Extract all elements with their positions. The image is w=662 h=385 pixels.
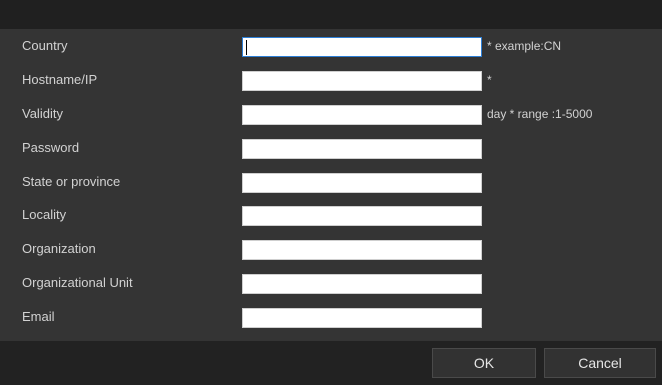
validity-hint: day * range :1-5000 <box>487 107 593 121</box>
email-label: Email <box>22 309 55 324</box>
country-input[interactable] <box>242 37 482 57</box>
form-row-validity: Validity day * range :1-5000 <box>0 97 662 131</box>
dialog-footer: OK Cancel <box>0 341 662 385</box>
form-row-hostname: Hostname/IP * <box>0 63 662 97</box>
certificate-dialog: Country * example:CN Hostname/IP * Valid… <box>0 0 662 385</box>
dialog-titlebar[interactable] <box>0 0 662 29</box>
text-caret <box>246 40 247 55</box>
certificate-form: Country * example:CN Hostname/IP * Valid… <box>0 29 662 341</box>
hostname-label: Hostname/IP <box>22 72 98 87</box>
password-label: Password <box>22 140 80 155</box>
state-label: State or province <box>22 174 121 189</box>
locality-label: Locality <box>22 207 67 222</box>
form-row-organization: Organization <box>0 232 662 266</box>
password-input[interactable] <box>242 139 482 159</box>
validity-label: Validity <box>22 106 63 121</box>
hostname-hint: * <box>487 73 492 87</box>
ok-button[interactable]: OK <box>432 348 536 378</box>
form-row-locality: Locality <box>0 198 662 232</box>
organization-label: Organization <box>22 241 96 256</box>
organizational-unit-input[interactable] <box>242 274 482 294</box>
hostname-input[interactable] <box>242 71 482 91</box>
email-input[interactable] <box>242 308 482 328</box>
organizational-unit-label: Organizational Unit <box>22 275 133 290</box>
locality-input[interactable] <box>242 206 482 226</box>
form-row-email: Email <box>0 300 662 334</box>
form-row-password: Password <box>0 131 662 165</box>
country-label: Country <box>22 38 68 53</box>
validity-input[interactable] <box>242 105 482 125</box>
form-row-country: Country * example:CN <box>0 29 662 63</box>
cancel-button[interactable]: Cancel <box>544 348 656 378</box>
country-hint: * example:CN <box>487 39 562 53</box>
state-input[interactable] <box>242 173 482 193</box>
organization-input[interactable] <box>242 240 482 260</box>
form-row-organizational-unit: Organizational Unit <box>0 266 662 300</box>
form-row-state: State or province <box>0 165 662 199</box>
